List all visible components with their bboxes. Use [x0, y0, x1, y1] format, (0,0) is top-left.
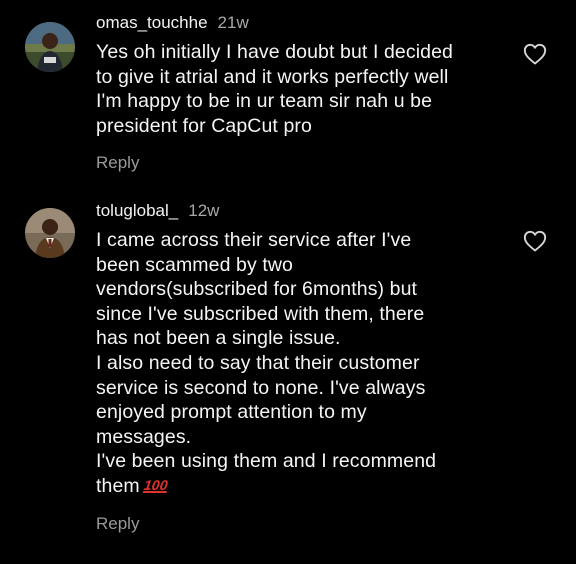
reply-button[interactable]: Reply	[96, 152, 506, 174]
comment-header: toluglobal_ 12w	[96, 200, 506, 222]
username[interactable]: toluglobal_	[96, 201, 178, 220]
user-avatar-photo-icon	[25, 22, 75, 72]
avatar[interactable]	[25, 208, 75, 258]
comment-text: Yes oh initially I have doubt but I deci…	[96, 41, 453, 137]
comment-header: omas_touchhe 21w	[96, 12, 506, 34]
comment-body: toluglobal_ 12w I came across their servi…	[96, 200, 506, 535]
timestamp: 21w	[217, 13, 249, 32]
user-avatar-photo-icon	[25, 208, 75, 258]
reply-button[interactable]: Reply	[96, 513, 506, 535]
comment-body: omas_touchhe 21w Yes oh initially I have …	[96, 12, 506, 174]
hundred-points-emoji-icon: 100	[142, 476, 169, 493]
comment-text: I came across their service after I've b…	[96, 228, 506, 499]
timestamp: 12w	[188, 201, 220, 220]
heart-outline-icon[interactable]	[523, 43, 547, 65]
comment-text-content: I came across their service after I've b…	[96, 229, 437, 497]
avatar[interactable]	[25, 22, 75, 72]
heart-outline-icon[interactable]	[523, 230, 547, 252]
username[interactable]: omas_touchhe	[96, 13, 208, 32]
